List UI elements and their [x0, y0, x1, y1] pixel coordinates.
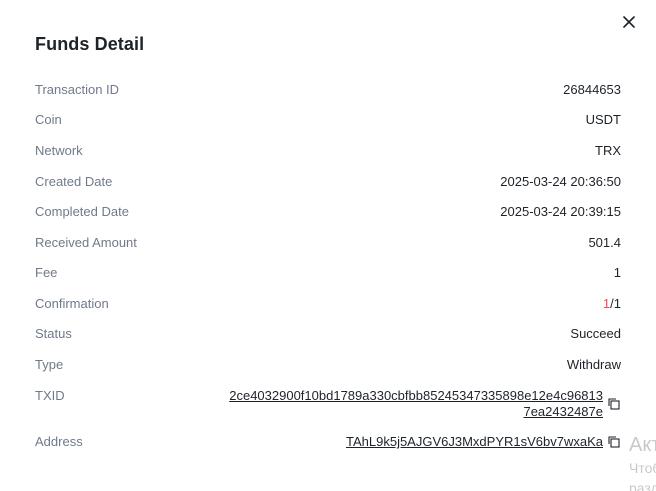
dialog-title: Funds Detail — [35, 34, 145, 54]
coin-label: Coin — [35, 112, 62, 127]
confirmation-value: 1/1 — [603, 296, 621, 312]
received-amount-label: Received Amount — [35, 235, 137, 250]
copy-icon[interactable] — [607, 397, 621, 411]
funds-detail-dialog: Funds Detail Transaction ID 26844653 Coi… — [0, 0, 656, 491]
txid-value-line2[interactable]: 7ea2432487e — [523, 404, 603, 419]
fee-label: Fee — [35, 265, 58, 280]
address-link[interactable]: TAhL9k5j5AJGV6J3MxdPYR1sV6bv7wxaKa — [203, 434, 603, 450]
type-label: Type — [35, 357, 64, 372]
os-activation-watermark-title: Акт — [629, 434, 656, 456]
transaction-id-value: 26844653 — [563, 82, 621, 97]
transaction-id-label: Transaction ID — [35, 82, 120, 97]
created-date-value: 2025-03-24 20:36:50 — [500, 174, 621, 189]
coin-value: USDT — [585, 112, 621, 127]
network-label: Network — [35, 143, 83, 158]
os-activation-watermark-line1: Чтоб — [629, 460, 656, 476]
created-date-label: Created Date — [35, 174, 113, 189]
status-label: Status — [35, 326, 72, 341]
received-amount-value: 501.4 — [588, 235, 621, 250]
txid-label: TXID — [35, 388, 65, 403]
status-value: Succeed — [570, 326, 621, 341]
confirmation-total: 1 — [613, 296, 621, 311]
os-activation-watermark-line2: разд — [629, 480, 656, 491]
address-label: Address — [35, 434, 83, 449]
txid-link[interactable]: 2ce4032900f10bd1789a330cbfbb852453473358… — [203, 388, 603, 420]
close-button[interactable] — [620, 13, 638, 31]
confirmation-label: Confirmation — [35, 296, 109, 311]
completed-date-value: 2025-03-24 20:39:15 — [500, 204, 621, 219]
fee-value: 1 — [613, 265, 621, 280]
close-icon[interactable] — [623, 16, 635, 28]
network-value: TRX — [595, 143, 621, 158]
detail-row-txid: TXID 2ce4032900f10bd1789a330cbfbb8524534… — [35, 388, 621, 422]
copy-icon[interactable] — [607, 435, 621, 449]
type-value: Withdraw — [566, 357, 621, 372]
completed-date-label: Completed Date — [35, 204, 129, 219]
txid-value-line1[interactable]: 2ce4032900f10bd1789a330cbfbb852453473358… — [229, 388, 603, 403]
